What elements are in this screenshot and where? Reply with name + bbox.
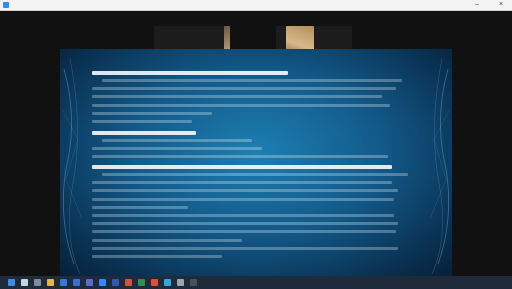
- app-icon: [3, 2, 9, 8]
- store-icon[interactable]: [86, 279, 93, 286]
- search-icon[interactable]: [21, 279, 28, 286]
- slide-text-line: [102, 139, 252, 142]
- slide-text-line: [92, 95, 382, 99]
- slide-section-heading: [92, 165, 392, 169]
- file-explorer-icon[interactable]: [47, 279, 54, 286]
- slide-text-line: [92, 155, 388, 159]
- slide-text-line: [92, 120, 192, 123]
- slide-text-line: [102, 79, 402, 82]
- window-titlebar: – ×: [0, 0, 512, 11]
- close-button[interactable]: ×: [494, 0, 508, 10]
- slide-section-heading: [92, 71, 288, 75]
- slide-decoration-left: [61, 58, 83, 275]
- mail-icon[interactable]: [73, 279, 80, 286]
- browser-icon[interactable]: [60, 279, 67, 286]
- slide-text-line: [92, 103, 390, 107]
- powerpoint-icon[interactable]: [125, 279, 132, 286]
- excel-icon[interactable]: [138, 279, 145, 286]
- slide-text-line: [92, 189, 398, 193]
- word-icon[interactable]: [112, 279, 119, 286]
- minimize-button[interactable]: –: [470, 0, 484, 10]
- system-tray[interactable]: [420, 278, 490, 287]
- slide-content: [90, 55, 416, 273]
- slide-text-line: [92, 147, 262, 151]
- camera-icon[interactable]: [190, 279, 197, 286]
- slide-text-line: [92, 197, 394, 201]
- chrome-icon[interactable]: [151, 279, 158, 286]
- video-call-icon[interactable]: [99, 279, 106, 286]
- slide-text-line: [92, 238, 242, 242]
- task-view-icon[interactable]: [34, 279, 41, 286]
- slide-text-line: [92, 205, 188, 209]
- slide-text-line: [102, 173, 408, 176]
- slide-text-line: [92, 246, 398, 250]
- settings-icon[interactable]: [177, 279, 184, 286]
- slide-text-line: [92, 255, 222, 258]
- slide-decoration-right: [429, 58, 451, 275]
- windows-start-icon[interactable]: [8, 279, 15, 286]
- slide-text-line: [92, 230, 396, 234]
- telegram-icon[interactable]: [164, 279, 171, 286]
- slide-text-line: [92, 181, 392, 185]
- slide-text-line: [92, 214, 394, 217]
- taskbar: [0, 276, 512, 289]
- clock[interactable]: [490, 278, 510, 287]
- shared-slide: [60, 49, 452, 278]
- slide-text-line: [92, 87, 396, 91]
- slide-section-heading: [92, 131, 196, 135]
- slide-text-line: [92, 111, 212, 115]
- slide-text-line: [92, 222, 398, 226]
